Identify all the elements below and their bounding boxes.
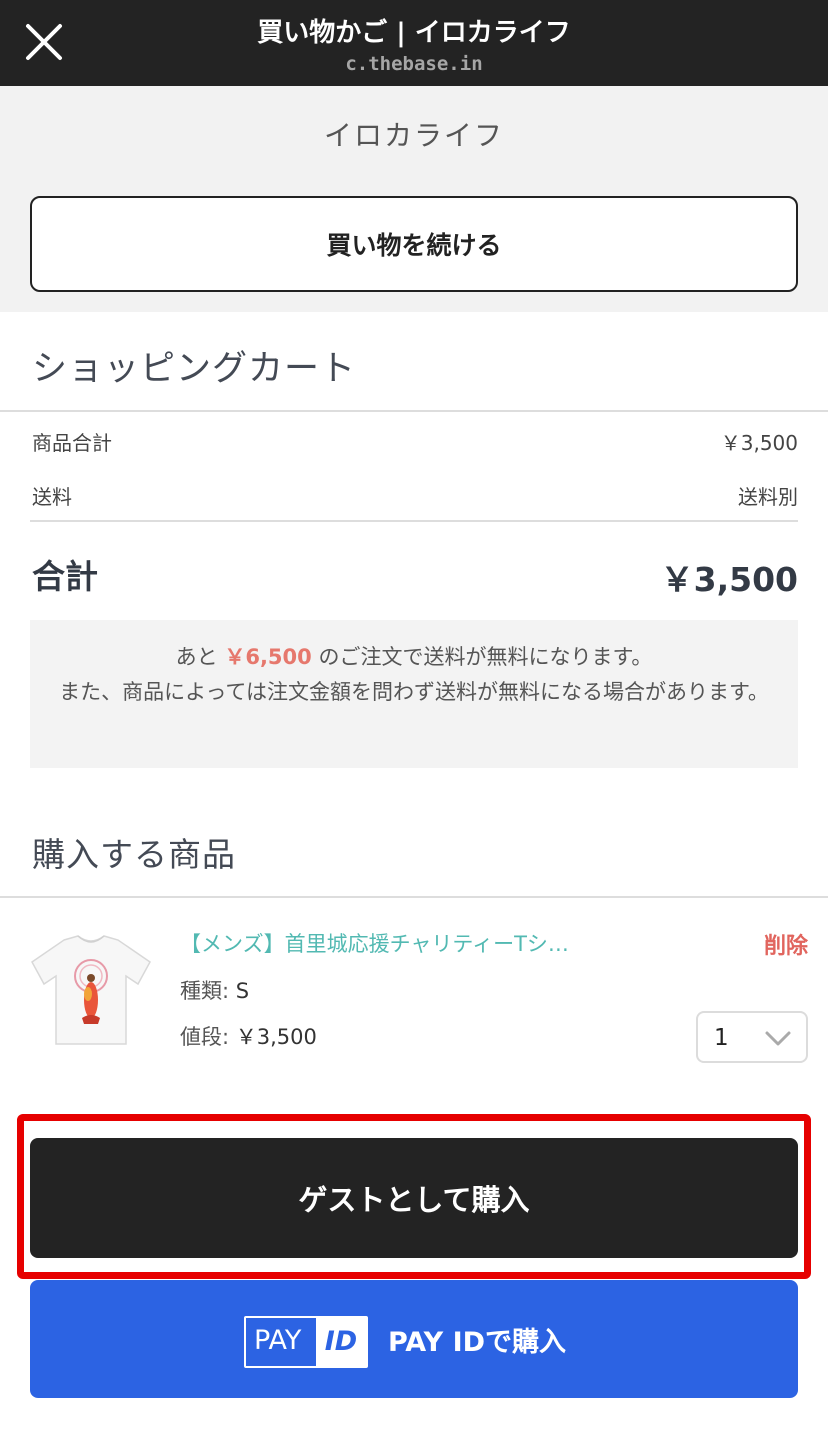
type-label: 種類: [180, 979, 230, 1003]
subtotal-value: ￥3,500 [720, 431, 798, 455]
page-title: 買い物かご | イロカライフ [257, 18, 571, 48]
notice-suffix: のご注文で送料が無料になります。 [318, 645, 653, 669]
price-value: ￥3,500 [235, 1025, 317, 1049]
payid-purchase-button[interactable]: PAY ID PAY IDで購入 [30, 1280, 798, 1398]
continue-shopping-button[interactable]: 買い物を続ける [30, 196, 798, 292]
notice-amount: ￥6,500 [224, 645, 312, 669]
product-price: 値段: ￥3,500 [180, 1021, 317, 1051]
divider [0, 410, 828, 412]
payid-logo-pay: PAY [254, 1325, 302, 1356]
subtotal-label: 商品合計 [32, 431, 112, 455]
product-type: 種類: S [180, 975, 249, 1005]
total-value: ￥3,500 [660, 560, 798, 599]
quantity-select[interactable]: 1 [696, 1011, 808, 1063]
price-label: 値段: [180, 1025, 230, 1049]
shop-header: イロカライフ 買い物を続ける [0, 86, 828, 312]
guest-purchase-button[interactable]: ゲストとして購入 [30, 1138, 798, 1258]
product-name-link[interactable]: 【メンズ】首里城応援チャリティーTシ… [180, 928, 630, 958]
purchase-items-title: 購入する商品 [32, 835, 236, 874]
chevron-down-icon [765, 1031, 791, 1046]
shipping-value: 送料別 [738, 485, 798, 509]
shop-name[interactable]: イロカライフ [0, 114, 828, 154]
divider [30, 520, 798, 522]
quantity-value: 1 [714, 1025, 729, 1051]
tshirt-thumbnail[interactable] [28, 932, 154, 1048]
type-value: S [235, 979, 250, 1003]
delete-button[interactable]: 削除 [764, 928, 808, 960]
free-shipping-notice: あと ￥6,500 のご注文で送料が無料になります。 また、商品によっては注文金… [30, 620, 798, 768]
divider [0, 896, 828, 898]
notice-prefix: あと [175, 645, 218, 669]
payid-logo-id: ID [316, 1318, 366, 1366]
payid-logo-icon: PAY ID [244, 1316, 368, 1368]
total-label: 合計 [32, 557, 98, 596]
browser-top-bar: 買い物かご | イロカライフ c.thebase.in [0, 0, 828, 86]
cart-title: ショッピングカート [32, 349, 357, 389]
shipping-label: 送料 [32, 485, 72, 509]
notice-line-1: あと ￥6,500 のご注文で送料が無料になります。 [54, 640, 774, 675]
page-url: c.thebase.in [345, 53, 483, 75]
payid-label: PAY IDで購入 [388, 1327, 567, 1358]
notice-line-2: また、商品によっては注文金額を問わず送料が無料になる場合があります。 [59, 680, 769, 704]
